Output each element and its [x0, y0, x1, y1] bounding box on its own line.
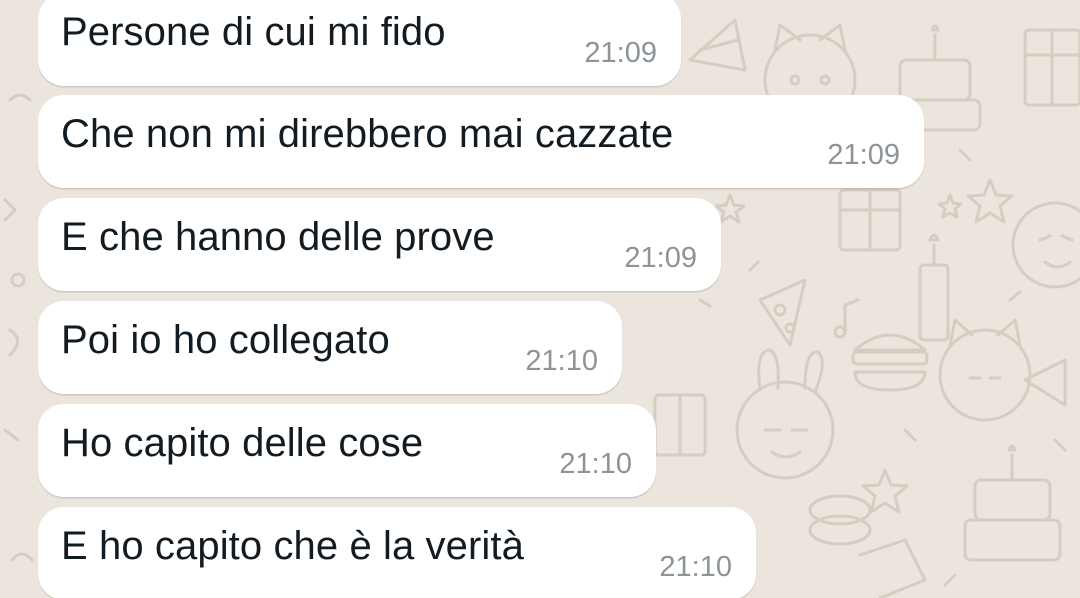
- message-text: Ho capito delle cose: [61, 421, 424, 465]
- message-timestamp: 21:09: [624, 242, 697, 274]
- message-text: Poi io ho collegato: [61, 318, 390, 362]
- message-timestamp: 21:09: [584, 37, 657, 69]
- message-bubble[interactable]: Che non mi direbbero mai cazzate 21:09: [38, 95, 924, 188]
- message-timestamp: 21:10: [559, 448, 632, 480]
- message-bubble[interactable]: Poi io ho collegato 21:10: [38, 301, 622, 394]
- message-text: Persone di cui mi fido: [61, 10, 446, 54]
- message-bubble[interactable]: E ho capito che è la verità 21:10: [38, 507, 756, 598]
- message-bubble[interactable]: Ho capito delle cose 21:10: [38, 404, 656, 497]
- message-bubble[interactable]: Persone di cui mi fido 21:09: [38, 0, 681, 86]
- message-text: E ho capito che è la verità: [61, 524, 524, 568]
- message-text: Che non mi direbbero mai cazzate: [61, 112, 674, 156]
- message-bubble[interactable]: E che hanno delle prove 21:09: [38, 198, 721, 291]
- message-timestamp: 21:10: [525, 345, 598, 377]
- chat-message-list[interactable]: Persone di cui mi fido 21:09 Che non mi …: [0, 0, 1080, 598]
- message-timestamp: 21:10: [659, 551, 732, 583]
- message-timestamp: 21:09: [827, 139, 900, 171]
- message-text: E che hanno delle prove: [61, 215, 495, 259]
